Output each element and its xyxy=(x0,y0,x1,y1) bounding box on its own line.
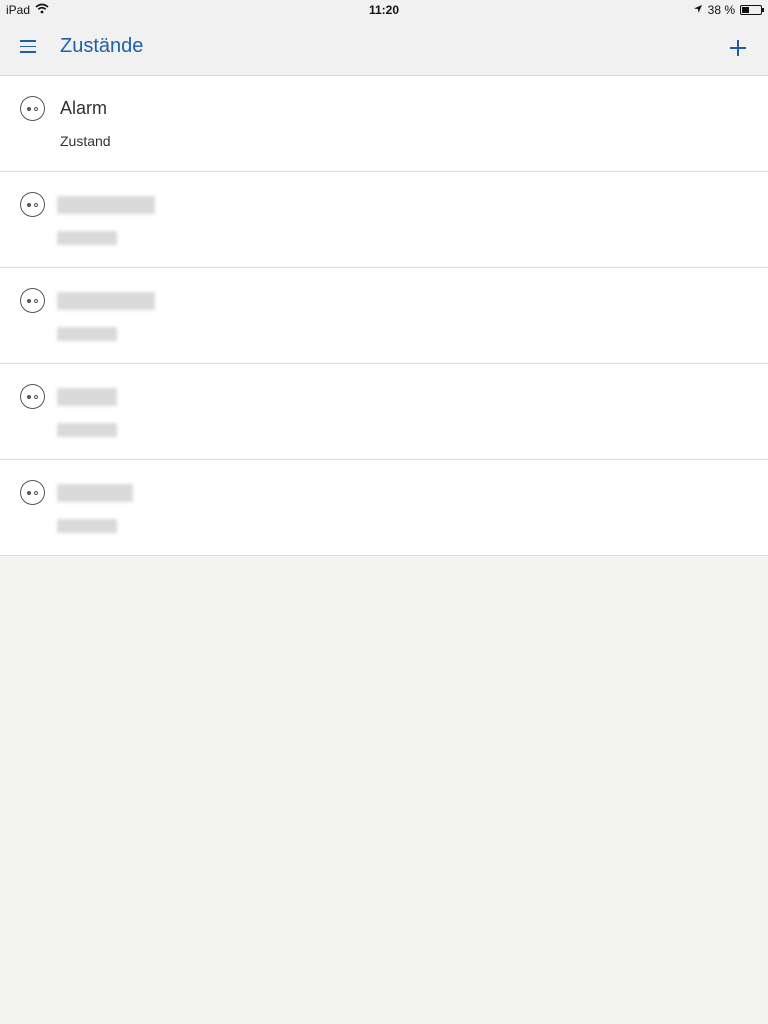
wifi-icon xyxy=(35,3,49,17)
list-item[interactable] xyxy=(0,364,768,460)
state-toggle-icon xyxy=(20,480,45,505)
page-title: Zustände xyxy=(60,35,144,57)
battery-percent: 38 % xyxy=(707,3,735,17)
state-toggle-icon xyxy=(20,384,45,409)
redacted-subtitle xyxy=(57,423,117,437)
list-item[interactable]: Alarm Zustand xyxy=(0,76,768,172)
list-item-title: Alarm xyxy=(60,98,108,118)
hamburger-menu-icon[interactable] xyxy=(20,40,40,56)
redacted-subtitle xyxy=(57,327,117,341)
states-list: Alarm Zustand xyxy=(0,76,768,556)
redacted-title xyxy=(57,484,133,502)
plus-icon[interactable] xyxy=(728,34,748,62)
list-item[interactable] xyxy=(0,268,768,364)
device-label: iPad xyxy=(6,3,31,17)
location-arrow-icon xyxy=(693,3,703,17)
list-item[interactable] xyxy=(0,172,768,268)
redacted-title xyxy=(57,292,155,310)
list-item-subtitle: Zustand xyxy=(60,133,111,149)
redacted-subtitle xyxy=(57,231,117,245)
status-time: 11:20 xyxy=(368,3,400,17)
redacted-title xyxy=(57,388,117,406)
state-toggle-icon xyxy=(20,192,45,217)
navigation-bar: Zustände xyxy=(0,20,768,76)
redacted-title xyxy=(57,196,155,214)
list-item[interactable] xyxy=(0,460,768,556)
state-toggle-icon xyxy=(20,288,45,313)
status-bar: iPad 11:20 38 % xyxy=(0,0,768,20)
status-left: iPad xyxy=(6,3,49,17)
state-toggle-icon xyxy=(20,96,45,121)
redacted-subtitle xyxy=(57,519,117,533)
status-right: 38 % xyxy=(693,3,764,17)
battery-icon xyxy=(740,5,764,15)
